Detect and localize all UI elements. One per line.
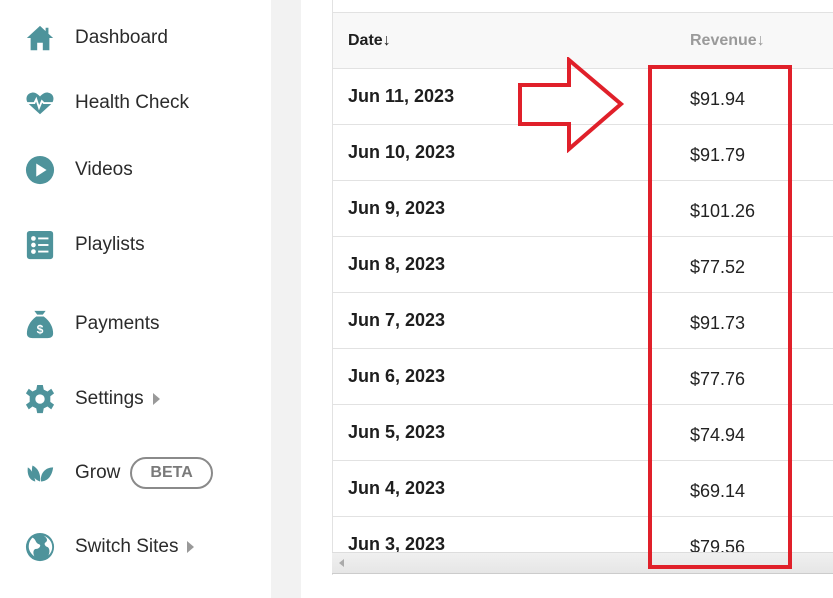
date-cell: Jun 11, 2023 xyxy=(348,86,455,106)
globe-icon xyxy=(24,531,56,563)
caret-right-icon xyxy=(152,393,160,405)
annotation-arrow-icon xyxy=(518,57,625,153)
column-header-label: Revenue xyxy=(690,32,757,49)
scroll-left-icon[interactable] xyxy=(339,559,344,567)
table-top-strip xyxy=(333,0,833,13)
beta-badge: BETA xyxy=(130,457,213,489)
sidebar-divider xyxy=(271,0,301,598)
column-header-label: Date xyxy=(348,32,383,49)
money-bag-icon: $ xyxy=(24,308,56,340)
sidebar-item-payments[interactable]: $ Payments xyxy=(24,304,159,344)
sidebar-item-label: Grow xyxy=(75,462,121,483)
date-cell: Jun 4, 2023 xyxy=(348,478,446,498)
sidebar-item-playlists[interactable]: Playlists xyxy=(24,225,145,265)
sidebar-item-label: Settings xyxy=(75,388,144,409)
date-cell: Jun 5, 2023 xyxy=(348,422,446,442)
date-cell: Jun 10, 2023 xyxy=(348,142,456,162)
list-icon xyxy=(24,229,56,261)
sidebar-item-dashboard[interactable]: Dashboard xyxy=(24,18,168,58)
sort-down-icon: ↓ xyxy=(382,32,391,49)
annotation-highlight-box xyxy=(648,65,792,569)
sidebar-item-label: Health Check xyxy=(75,92,190,113)
date-cell: Jun 6, 2023 xyxy=(348,366,446,386)
date-cell: Jun 8, 2023 xyxy=(348,254,446,274)
sidebar-item-settings[interactable]: Settings xyxy=(24,379,160,419)
leaves-icon xyxy=(24,457,56,489)
sidebar-item-label: Videos xyxy=(75,159,133,180)
home-icon xyxy=(24,22,56,54)
sidebar-item-videos[interactable]: Videos xyxy=(24,150,133,190)
column-header-revenue[interactable]: Revenue↓ xyxy=(690,32,765,50)
heart-pulse-icon xyxy=(24,87,56,119)
play-circle-icon xyxy=(24,154,56,186)
caret-right-icon xyxy=(187,541,195,553)
gear-icon xyxy=(24,383,56,415)
sidebar-item-health-check[interactable]: Health Check xyxy=(24,83,189,123)
sidebar-item-label: Dashboard xyxy=(75,27,168,48)
date-cell: Jun 9, 2023 xyxy=(348,198,446,218)
sidebar-item-grow[interactable]: Grow BETA xyxy=(24,453,213,493)
sidebar-item-switch-sites[interactable]: Switch Sites xyxy=(24,527,195,567)
column-header-date[interactable]: Date↓ xyxy=(348,32,391,50)
sidebar-item-label: Switch Sites xyxy=(75,536,179,557)
sort-down-icon: ↓ xyxy=(756,32,765,49)
sidebar-item-label: Payments xyxy=(75,313,160,334)
sidebar: Dashboard Health Check Videos Playlists … xyxy=(0,0,271,598)
date-cell: Jun 7, 2023 xyxy=(348,310,446,330)
sidebar-item-label: Playlists xyxy=(75,234,145,255)
svg-text:$: $ xyxy=(37,322,44,336)
